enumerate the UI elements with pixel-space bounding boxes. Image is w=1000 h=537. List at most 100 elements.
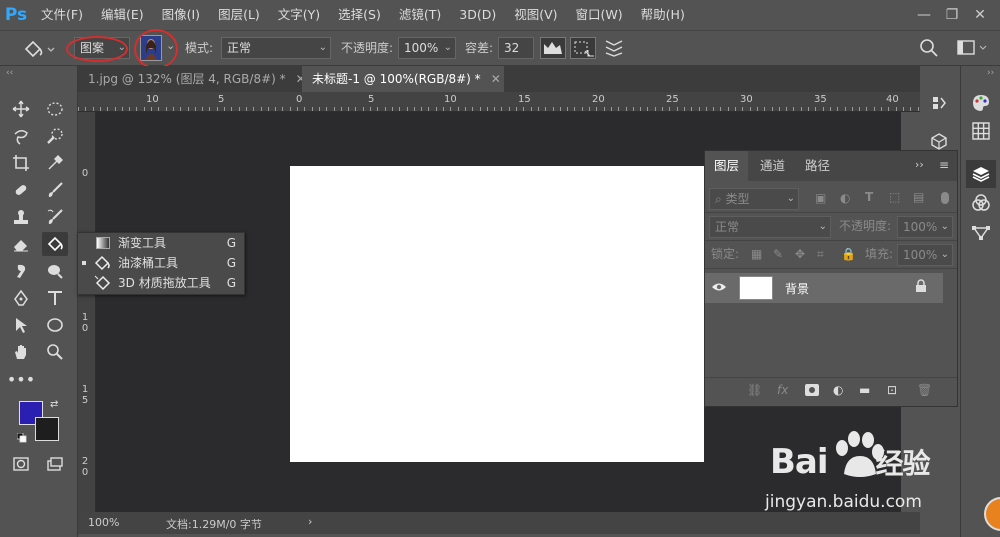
quick-mask-icon[interactable] <box>8 452 34 476</box>
color-palette-icon[interactable] <box>967 90 995 116</box>
filter-pixel-icon[interactable]: ▣ <box>815 191 826 205</box>
type-tool-icon[interactable] <box>42 286 68 310</box>
add-mask-icon[interactable] <box>805 384 819 396</box>
paths-icon[interactable] <box>967 220 995 246</box>
ellipse-tool-icon[interactable] <box>42 313 68 337</box>
blend-mode-select[interactable]: 正常 ⌄ <box>709 216 831 238</box>
hand-tool-icon[interactable] <box>8 340 34 364</box>
history-brush-tool-icon[interactable] <box>42 205 68 229</box>
all-layers-icon[interactable] <box>602 37 628 59</box>
workspace-icon[interactable] <box>955 37 991 59</box>
tab-channels[interactable]: 通道 <box>751 151 794 181</box>
filter-adjustment-icon[interactable]: ◐ <box>840 191 850 205</box>
smudge-tool-icon[interactable] <box>8 259 34 283</box>
flyout-item-gradient[interactable]: 渐变工具 G <box>78 233 244 253</box>
layer-opacity-input[interactable]: 100% ⌄ <box>897 216 953 238</box>
marquee-tool-icon[interactable] <box>42 97 68 121</box>
pen-tool-icon[interactable] <box>8 286 34 310</box>
lock-transparent-icon[interactable]: ▦ <box>751 247 762 261</box>
dodge-tool-icon[interactable] <box>42 259 68 283</box>
lock-position-icon[interactable]: ✥ <box>795 247 805 261</box>
document-canvas[interactable] <box>290 166 704 462</box>
fill-input[interactable]: 100% ⌄ <box>897 244 953 266</box>
lock-paint-icon[interactable]: ✎ <box>773 247 783 261</box>
paint-bucket-tool-icon[interactable] <box>42 232 68 256</box>
restore-button[interactable]: ❐ <box>938 4 966 26</box>
menu-view[interactable]: 视图(V) <box>505 0 566 30</box>
collapse-arrows-icon[interactable]: ›› <box>915 158 924 171</box>
menu-layer[interactable]: 图层(L) <box>209 0 269 30</box>
opacity-input[interactable]: 100% ⌄ <box>398 37 456 59</box>
minimize-button[interactable]: — <box>910 4 938 26</box>
zoom-tool-icon[interactable] <box>42 340 68 364</box>
menu-help[interactable]: 帮助(H) <box>632 0 694 30</box>
default-colors-icon[interactable] <box>16 432 27 443</box>
link-layers-icon[interactable]: ⛓ <box>747 383 762 397</box>
zoom-level[interactable]: 100% <box>88 516 119 529</box>
delete-layer-icon[interactable]: 🗑 <box>917 383 932 397</box>
status-menu-arrow-icon[interactable]: › <box>308 515 312 528</box>
mode-select[interactable]: 正常 ⌄ <box>221 37 331 59</box>
move-tool-icon[interactable] <box>8 97 34 121</box>
collapse-arrows-icon[interactable]: ›› <box>987 68 994 78</box>
paint-bucket-preset-icon[interactable] <box>20 37 60 61</box>
ruler-tick <box>114 107 116 111</box>
eraser-tool-icon[interactable] <box>8 232 34 256</box>
panel-menu-icon[interactable]: ≡ <box>939 158 949 172</box>
menu-filter[interactable]: 滤镜(T) <box>390 0 450 30</box>
close-tab-icon[interactable]: ✕ <box>491 72 501 86</box>
flyout-item-paint-bucket[interactable]: 油漆桶工具 G <box>78 253 244 273</box>
path-selection-tool-icon[interactable] <box>8 313 34 337</box>
screen-mode-icon[interactable] <box>42 452 68 476</box>
quick-selection-tool-icon[interactable] <box>42 124 68 148</box>
layer-row[interactable]: 背景 <box>705 273 943 303</box>
lasso-tool-icon[interactable] <box>8 124 34 148</box>
lock-artboard-icon[interactable]: ⌗ <box>817 247 824 262</box>
ruler-tick-label: 1 0 <box>81 312 89 334</box>
menu-3d[interactable]: 3D(D) <box>450 0 505 30</box>
crop-tool-icon[interactable] <box>8 151 34 175</box>
contiguous-toggle-icon[interactable] <box>570 37 596 59</box>
background-color-swatch[interactable] <box>35 417 59 441</box>
clone-stamp-tool-icon[interactable] <box>8 205 34 229</box>
filter-smart-object-icon[interactable]: ▤ <box>913 190 924 204</box>
new-layer-icon[interactable]: ⊡ <box>887 383 897 397</box>
menu-edit[interactable]: 编辑(E) <box>92 0 153 30</box>
menu-type[interactable]: 文字(Y) <box>269 0 329 30</box>
filter-type-select[interactable]: ⌕ 类型 ⌄ <box>709 188 799 210</box>
eye-icon[interactable] <box>711 279 727 298</box>
collapse-arrows-icon[interactable]: ‹‹ <box>6 68 13 78</box>
tab-document-1[interactable]: 1.jpg @ 132% (图层 4, RGB/8#) * ✕ <box>78 66 306 92</box>
panel-dock-secondary <box>920 86 958 156</box>
antialias-toggle-icon[interactable] <box>540 37 566 59</box>
swatches-grid-icon[interactable] <box>967 118 995 144</box>
close-window-button[interactable]: ✕ <box>966 4 994 26</box>
eyedropper-tool-icon[interactable] <box>42 151 68 175</box>
flyout-item-3d-material-drop[interactable]: 3D 材质拖放工具 G <box>78 273 244 293</box>
filter-shape-icon[interactable]: ⬚ <box>889 190 900 204</box>
search-icon[interactable] <box>918 37 942 59</box>
menu-file[interactable]: 文件(F) <box>32 0 92 30</box>
tab-paths[interactable]: 路径 <box>796 151 839 181</box>
adjustment-layer-icon[interactable]: ◐ <box>833 383 843 397</box>
filter-type-icon[interactable]: T <box>865 190 873 204</box>
brush-tool-icon[interactable] <box>42 178 68 202</box>
filter-toggle-icon[interactable] <box>941 192 949 204</box>
menu-window[interactable]: 窗口(W) <box>567 0 632 30</box>
history-icon[interactable] <box>925 90 953 116</box>
layers-panel-icon[interactable] <box>966 160 996 188</box>
tolerance-input[interactable]: 32 <box>498 37 534 59</box>
fx-icon[interactable]: fx <box>777 383 788 397</box>
swap-colors-icon[interactable]: ⇄ <box>50 399 58 410</box>
more-tools-icon[interactable]: ••• <box>7 367 35 391</box>
menu-select[interactable]: 选择(S) <box>329 0 390 30</box>
new-group-icon[interactable]: ▬ <box>859 383 870 397</box>
ruler-tick <box>216 107 218 111</box>
healing-brush-tool-icon[interactable] <box>8 178 34 202</box>
tab-document-2[interactable]: 未标题-1 @ 100%(RGB/8#) * ✕ <box>302 66 504 92</box>
lock-all-icon[interactable]: 🔒 <box>841 247 856 261</box>
tab-layers[interactable]: 图层 <box>705 151 749 181</box>
menu-image[interactable]: 图像(I) <box>153 0 209 30</box>
channels-icon[interactable] <box>967 190 995 216</box>
ruler-tick <box>735 107 736 111</box>
